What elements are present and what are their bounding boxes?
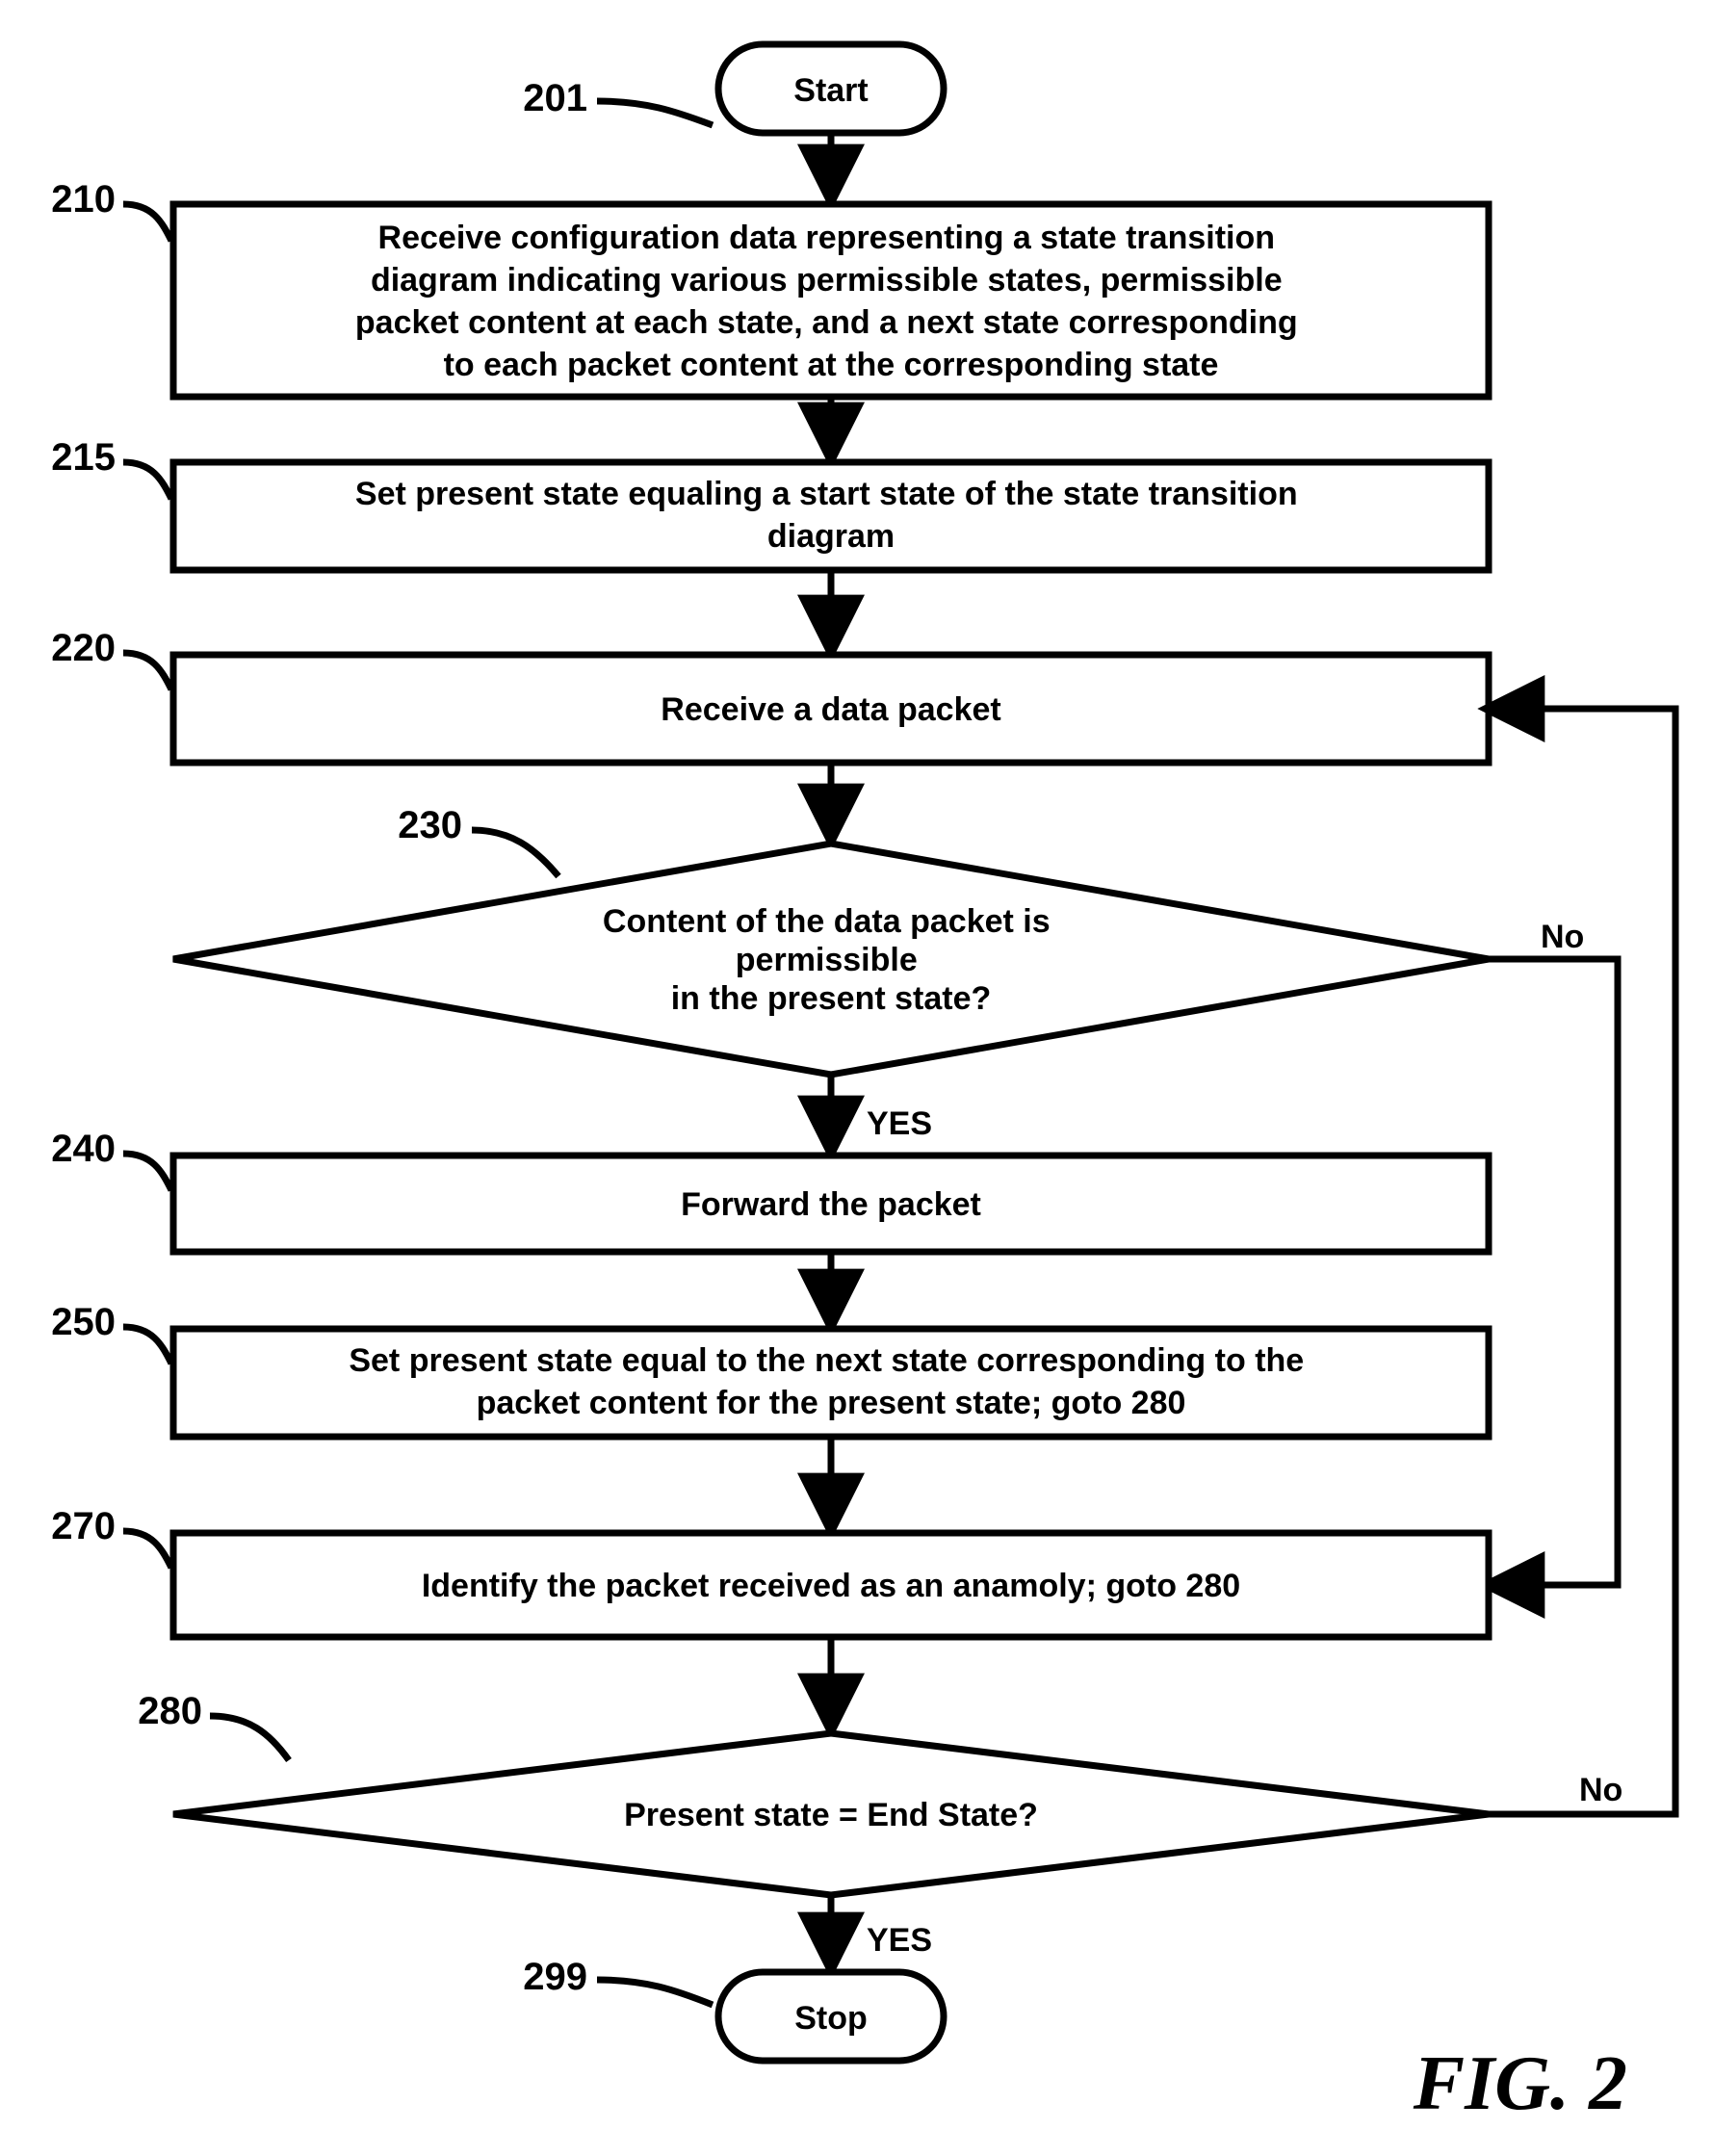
figure-label: FIG. 2: [1413, 2041, 1627, 2126]
svg-text:230: 230: [398, 804, 462, 846]
label-280-no: No: [1579, 1772, 1622, 1808]
ref-230: 230: [398, 804, 558, 876]
svg-text:250: 250: [51, 1301, 116, 1343]
svg-text:280: 280: [138, 1690, 202, 1732]
ref-250: 250: [51, 1301, 171, 1364]
label-230-yes: YES: [867, 1105, 932, 1142]
process-220: Receive a data packet: [173, 655, 1489, 763]
svg-text:Identify the packet received a: Identify the packet received as an anamo…: [422, 1568, 1240, 1604]
svg-text:299: 299: [523, 1956, 587, 1998]
ref-240: 240: [51, 1128, 171, 1190]
process-210: Receive configuration data representing …: [173, 204, 1489, 397]
terminator-start: Start: [718, 44, 944, 133]
label-280-yes: YES: [867, 1922, 932, 1959]
label-230-no: No: [1541, 919, 1584, 955]
svg-text:Receive a data packet: Receive a data packet: [661, 691, 1000, 728]
svg-text:215: 215: [51, 436, 116, 479]
svg-text:201: 201: [523, 77, 587, 119]
svg-text:240: 240: [51, 1128, 116, 1170]
svg-text:Forward the packet: Forward the packet: [681, 1186, 981, 1223]
ref-215: 215: [51, 436, 171, 499]
start-text: Start: [793, 72, 868, 109]
edge-230-no: [1489, 959, 1618, 1585]
process-250: Set present state equal to the next stat…: [173, 1329, 1489, 1437]
svg-text:210: 210: [51, 178, 116, 221]
ref-270: 270: [51, 1505, 171, 1568]
decision-230: Content of the data packet is permissibl…: [173, 844, 1489, 1075]
svg-text:270: 270: [51, 1505, 116, 1547]
svg-text:220: 220: [51, 627, 116, 669]
ref-280: 280: [138, 1690, 289, 1760]
process-240: Forward the packet: [173, 1156, 1489, 1252]
process-215: Set present state equaling a start state…: [173, 462, 1489, 570]
decision-280: Present state = End State?: [173, 1733, 1489, 1895]
ref-201: 201: [523, 77, 713, 125]
terminator-stop: Stop: [718, 1972, 944, 2061]
ref-220: 220: [51, 627, 171, 689]
ref-299: 299: [523, 1956, 713, 2005]
stop-text: Stop: [794, 2000, 868, 2037]
svg-text:Present state = End State?: Present state = End State?: [624, 1797, 1038, 1833]
process-270: Identify the packet received as an anamo…: [173, 1533, 1489, 1637]
ref-210: 210: [51, 178, 171, 241]
edge-280-no: [1489, 709, 1675, 1814]
